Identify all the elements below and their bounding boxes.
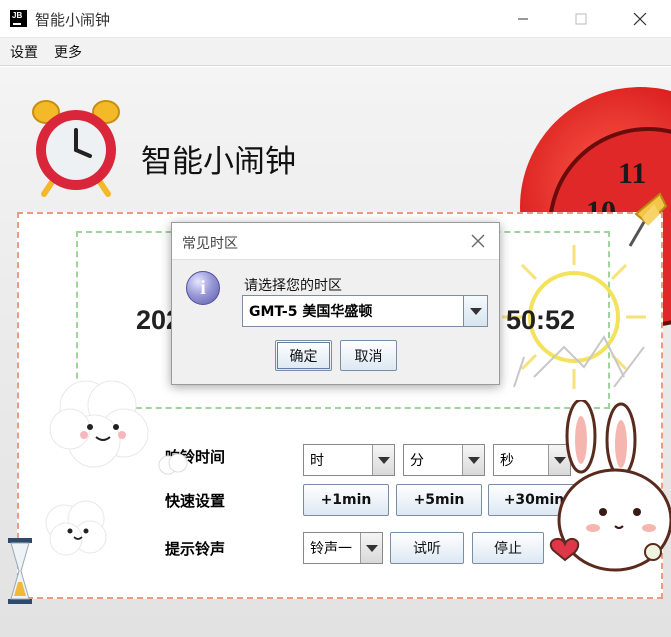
timezone-select-value: GMT-5 美国华盛顿 — [249, 304, 373, 320]
second-select-value: 秒 — [500, 453, 514, 469]
add-5min-button[interactable]: +5min — [396, 484, 482, 516]
menu-more[interactable]: 更多 — [54, 42, 82, 62]
add-1min-button[interactable]: +1min — [303, 484, 389, 516]
title-bar: JB 智能小闹钟 — [0, 0, 671, 38]
app-logo-text: JB — [12, 11, 23, 20]
maximize-button[interactable] — [558, 0, 604, 38]
cancel-button[interactable]: 取消 — [340, 340, 397, 371]
close-icon — [633, 12, 647, 26]
minimize-button[interactable] — [500, 0, 546, 38]
ringtone-label: 提示铃声 — [165, 540, 226, 558]
dialog-title-bar: 常见时区 — [172, 223, 499, 260]
hour-select[interactable]: 时 — [303, 444, 395, 476]
ok-button[interactable]: 确定 — [275, 340, 332, 371]
small-cloud-icon — [158, 453, 188, 475]
timezone-select[interactable]: GMT-5 美国华盛顿 — [242, 295, 488, 327]
stop-button[interactable]: 停止 — [472, 532, 544, 564]
dialog-close-icon[interactable] — [469, 232, 487, 250]
preview-button[interactable]: 试听 — [390, 532, 464, 564]
chevron-down-icon — [463, 296, 487, 326]
minute-select-value: 分 — [410, 453, 424, 469]
cloud-face-icon — [49, 380, 149, 468]
chevron-down-icon — [462, 445, 484, 475]
chevron-down-icon — [372, 445, 394, 475]
bunny-icon — [549, 400, 671, 572]
app-logo-icon: JB — [10, 10, 27, 27]
maximize-icon — [575, 13, 587, 25]
header-title: 智能小闹钟 — [141, 144, 296, 180]
hour-select-value: 时 — [310, 453, 324, 469]
minute-select[interactable]: 分 — [403, 444, 485, 476]
hourglass-icon — [8, 538, 32, 604]
minimize-icon — [518, 18, 528, 20]
chevron-down-icon — [360, 533, 382, 563]
close-button[interactable] — [617, 0, 663, 38]
info-icon: i — [186, 271, 220, 305]
timezone-prompt: 请选择您的时区 — [244, 278, 342, 294]
cloud-face-icon — [45, 500, 107, 556]
ringtone-select-value: 铃声一 — [310, 541, 352, 557]
alarm-clock-icon — [32, 100, 120, 197]
timezone-dialog: 常见时区 i 请选择您的时区 GMT-5 美国华盛顿 确定 取消 — [171, 222, 500, 385]
dialog-title: 常见时区 — [182, 236, 238, 252]
pushpin-icon — [628, 192, 668, 247]
window-title: 智能小闹钟 — [35, 11, 111, 29]
ringtone-select[interactable]: 铃声一 — [303, 532, 383, 564]
clock-time-right: 50:52 — [506, 305, 576, 335]
quick-set-label: 快速设置 — [165, 492, 226, 510]
menu-settings[interactable]: 设置 — [10, 42, 38, 62]
menu-bar: 设置 更多 — [0, 38, 671, 66]
